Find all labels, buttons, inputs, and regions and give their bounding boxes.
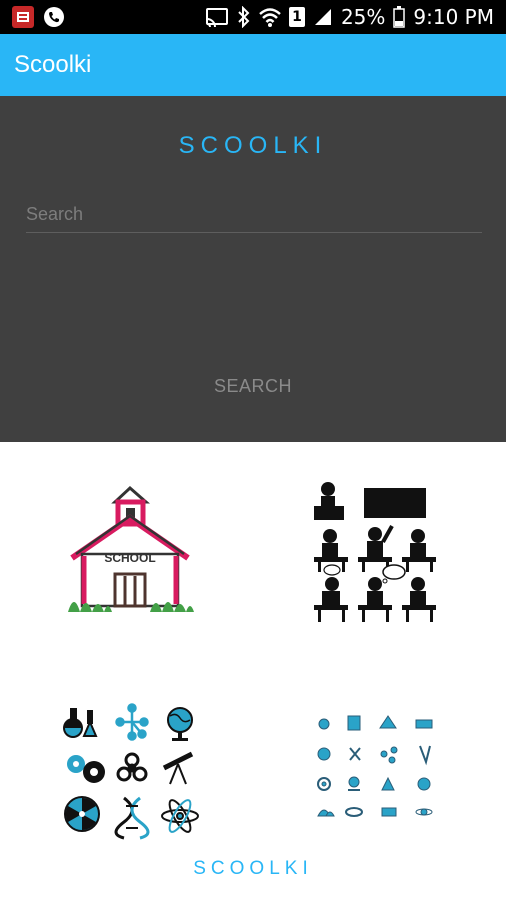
search-panel: SCOOLKI SEARCH — [0, 96, 506, 442]
science-icons-tile[interactable] — [60, 702, 202, 840]
search-input[interactable] — [26, 196, 482, 233]
brand-logo-text: SCOOLKI — [178, 132, 328, 159]
science-icon-grid-tile[interactable] — [312, 712, 438, 824]
cast-icon — [205, 7, 229, 27]
search-button[interactable]: SEARCH — [193, 368, 313, 404]
science-icons-icon — [63, 703, 199, 840]
school-label: SCHOOL — [104, 551, 155, 565]
bluetooth-icon — [237, 6, 251, 28]
school-house-tile[interactable]: SCHOOL — [60, 480, 200, 620]
science-icon-grid-icon — [317, 715, 433, 817]
footer-brand-text: SCOOLKI — [193, 858, 313, 879]
clock: 9:10 PM — [413, 5, 494, 29]
app-title: Scoolki — [14, 51, 92, 78]
battery-icon — [393, 6, 406, 28]
signal-icon — [313, 7, 333, 27]
school-house-icon: SCHOOL — [68, 485, 194, 612]
classroom-tile[interactable] — [310, 480, 450, 625]
phone-icon — [44, 7, 64, 27]
sim-icon: 1 — [288, 7, 305, 27]
classroom-icon — [314, 482, 436, 622]
battery-percent: 25% — [340, 5, 386, 29]
wifi-icon — [259, 7, 281, 27]
status-bar: 1 25% 9:10 PM — [0, 0, 506, 34]
notification-app-icon — [12, 6, 34, 28]
app-bar: Scoolki — [0, 34, 506, 96]
